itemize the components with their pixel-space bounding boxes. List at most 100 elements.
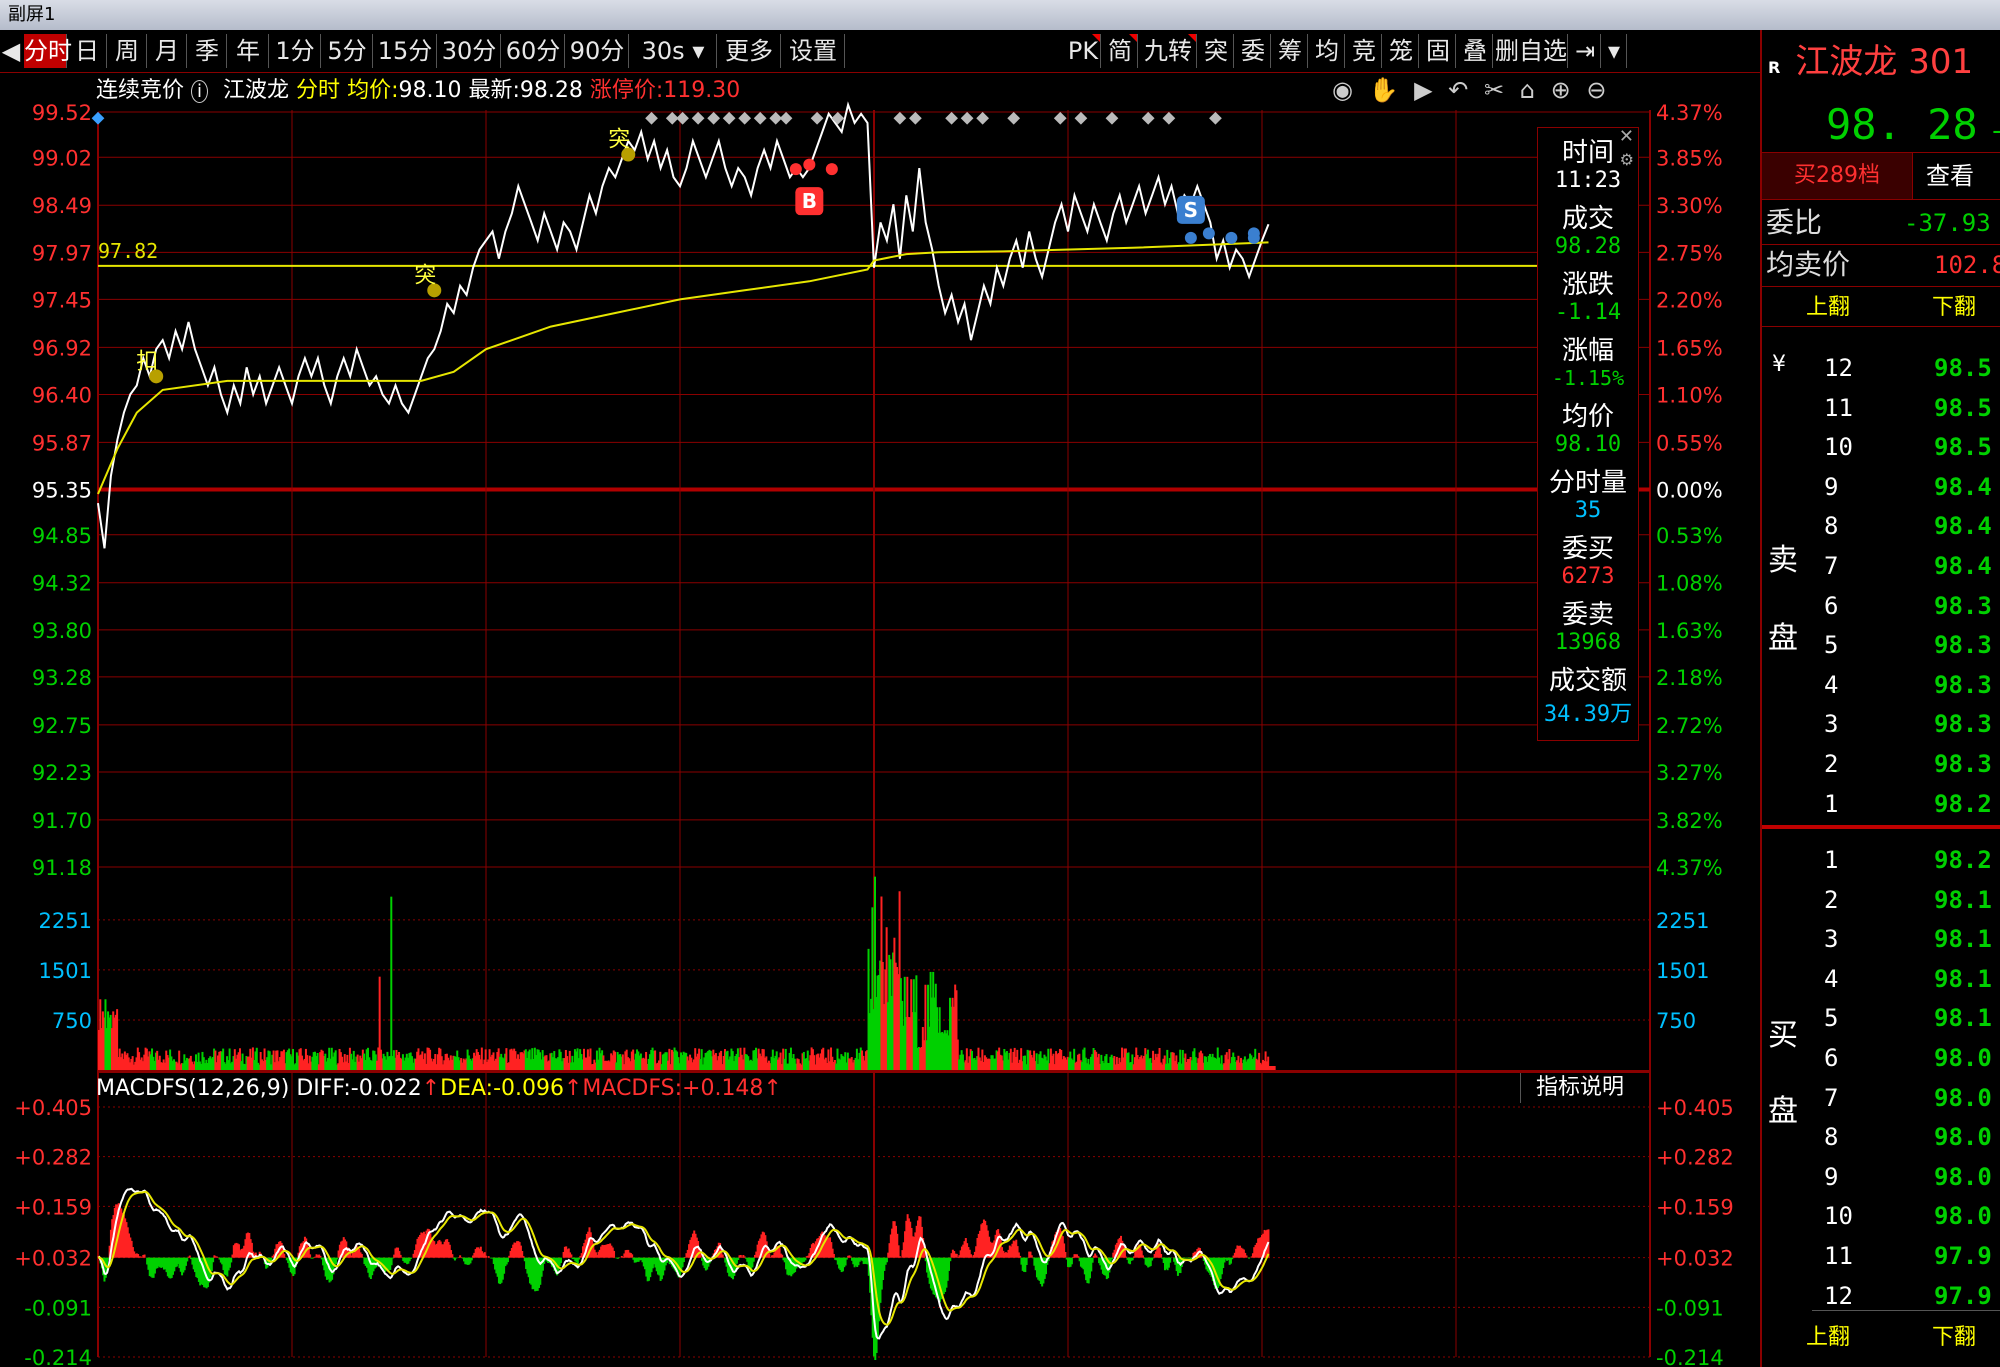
signal-diamond-icon (1162, 111, 1176, 125)
period-button-10[interactable]: 60分 (502, 34, 565, 68)
period-button-1[interactable]: 日 (68, 34, 107, 68)
back-arrow-icon[interactable]: ◀ (0, 34, 22, 68)
buy-level-index: 10 (1824, 1202, 1853, 1231)
sell-level-row[interactable]: 4 98.3 (1762, 667, 2000, 703)
period-button-11[interactable]: 90分 (566, 34, 629, 68)
buy-level-row[interactable]: 5 98.1 (1762, 1000, 2000, 1036)
tool-button-11[interactable]: 删自选 (1495, 34, 1568, 68)
pct-tick-label: 1.65% (1656, 336, 1723, 360)
tool-button-1[interactable]: 简 (1103, 34, 1138, 68)
avg-price-value: 98.10 (1554, 432, 1622, 457)
hand-icon[interactable]: ✋ (1369, 76, 1399, 104)
period-button-12[interactable]: 30s ▾ (630, 34, 717, 68)
buy-level-row[interactable]: 10 98.0 (1762, 1198, 2000, 1234)
period-button-14[interactable]: 设置 (782, 34, 845, 68)
signal-badge-text: B (802, 189, 817, 213)
macd-chart[interactable] (97, 1187, 1270, 1360)
signal-diamond-icon (810, 111, 824, 125)
tool-button-7[interactable]: 竞 (1347, 34, 1382, 68)
sell-level-row[interactable]: 12 98.5 (1762, 350, 2000, 386)
tab-view[interactable]: 查看 (1926, 153, 2000, 199)
buy-level-price: 97.9 (1934, 1242, 1992, 1270)
sell-level-row[interactable]: 10 98.5 (1762, 429, 2000, 465)
sell-level-row[interactable]: 7 98.4 (1762, 548, 2000, 584)
period-button-3[interactable]: 月 (148, 34, 187, 68)
indicator-help-button[interactable]: 指标说明 (1520, 1073, 1639, 1103)
page-down-button[interactable]: 下翻 (1932, 290, 1976, 326)
pct-tick-label: 4.37% (1656, 856, 1723, 880)
eye-icon[interactable]: ◉ (1332, 76, 1353, 104)
tool-button-6[interactable]: 均 (1310, 34, 1345, 68)
buy-level-row[interactable]: 1 98.2 (1762, 842, 2000, 878)
sell-level-row[interactable]: 6 98.3 (1762, 588, 2000, 624)
sell-level-row[interactable]: 11 98.5 (1762, 390, 2000, 426)
period-button-7[interactable]: 5分 (322, 34, 373, 68)
sell-level-row[interactable]: 1 98.2 (1762, 786, 2000, 822)
avg-price-line[interactable] (97, 241, 1269, 495)
sell-level-index: 7 (1824, 552, 1839, 580)
time-value: 11:23 (1554, 168, 1622, 193)
buy-level-row[interactable]: 7 98.0 (1762, 1080, 2000, 1116)
price-line[interactable] (97, 101, 1270, 549)
period-button-4[interactable]: 季 (188, 34, 227, 68)
tab-buy-levels[interactable]: 买289档 (1762, 153, 1913, 199)
buy-level-row[interactable]: 6 98.0 (1762, 1040, 2000, 1076)
period-button-13[interactable]: 更多 (718, 34, 781, 68)
tool-button-3[interactable]: 突 (1199, 34, 1234, 68)
buy-level-row[interactable]: 11 97.9 (1762, 1238, 2000, 1274)
signal-diamond-icon (1209, 111, 1222, 125)
info-icon[interactable]: i (191, 80, 209, 103)
avg-sell-value: 102.8 (1934, 251, 2000, 279)
sell-level-row[interactable]: 5 98.3 (1762, 627, 2000, 663)
buy-level-row[interactable]: 4 98.1 (1762, 961, 2000, 997)
tool-button-2[interactable]: 九转 (1140, 34, 1197, 68)
sell-level-row[interactable]: 2 98.3 (1762, 746, 2000, 782)
lock-icon[interactable]: ⌂ (1520, 76, 1535, 104)
period-button-8[interactable]: 15分 (374, 34, 437, 68)
zoom-in-icon[interactable]: ⊕ (1551, 76, 1571, 104)
price-chart[interactable]: 97.82扣突突B S (91, 101, 1537, 549)
buy-level-row[interactable]: 12 97.9 (1762, 1278, 2000, 1314)
page-up-button-bottom[interactable]: 上翻 (1806, 1320, 1850, 1356)
signal-diamond-icon (722, 111, 736, 125)
tool-button-8[interactable]: 笼 (1384, 34, 1419, 68)
last-value: 98.28 (519, 78, 583, 103)
tool-button-0[interactable]: PK (1066, 34, 1101, 68)
tool-button-5[interactable]: 筹 (1273, 34, 1308, 68)
period-button-6[interactable]: 1分 (270, 34, 321, 68)
period-button-5[interactable]: 年 (228, 34, 269, 68)
buy-level-price: 98.0 (1934, 1123, 1992, 1152)
period-button-2[interactable]: 周 (108, 34, 147, 68)
breakout-label: 扣 (136, 349, 158, 374)
pin-icon[interactable]: ⇥ (1570, 34, 1601, 68)
signal-diamond-icon (676, 111, 689, 125)
play-icon[interactable]: ▶ (1414, 76, 1432, 104)
tool-button-9[interactable]: 固 (1421, 34, 1456, 68)
page-up-button[interactable]: 上翻 (1806, 290, 1850, 326)
signal-diamond-icon (779, 111, 793, 125)
pct-tick-label: 3.85% (1656, 146, 1723, 170)
zoom-out-icon[interactable]: ⊖ (1586, 76, 1606, 104)
tool-button-4[interactable]: 委 (1236, 34, 1271, 68)
undo-icon[interactable]: ↶ (1448, 76, 1468, 104)
sell-level-row[interactable]: 8 98.4 (1762, 508, 2000, 544)
sell-level-row[interactable]: 3 98.3 (1762, 706, 2000, 742)
scissors-icon[interactable]: ✂ (1484, 76, 1504, 104)
ratio-label: 委比 (1766, 206, 1823, 239)
volume-chart[interactable] (98, 876, 1276, 1070)
macd-tick-label: +0.159 (14, 1195, 92, 1219)
page-down-button-bottom[interactable]: 下翻 (1932, 1320, 1976, 1356)
buy-level-row[interactable]: 2 98.1 (1762, 882, 2000, 918)
sell-level-index: 11 (1824, 393, 1853, 422)
tool-button-10[interactable]: 叠 (1458, 34, 1493, 68)
buy-level-row[interactable]: 8 98.0 (1762, 1119, 2000, 1155)
up-arrow-icon: ↑ (563, 1076, 583, 1101)
period-button-0[interactable]: 分时 (24, 34, 72, 68)
price-tick-label: 92.75 (32, 714, 92, 738)
chevron-down-icon[interactable]: ▾ (1602, 34, 1627, 68)
buy-level-row[interactable]: 3 98.1 (1762, 921, 2000, 957)
sell-level-row[interactable]: 9 98.4 (1762, 469, 2000, 505)
buy-level-row[interactable]: 9 98.0 (1762, 1159, 2000, 1195)
signal-diamond-icon (1141, 111, 1155, 125)
period-button-9[interactable]: 30分 (438, 34, 501, 68)
